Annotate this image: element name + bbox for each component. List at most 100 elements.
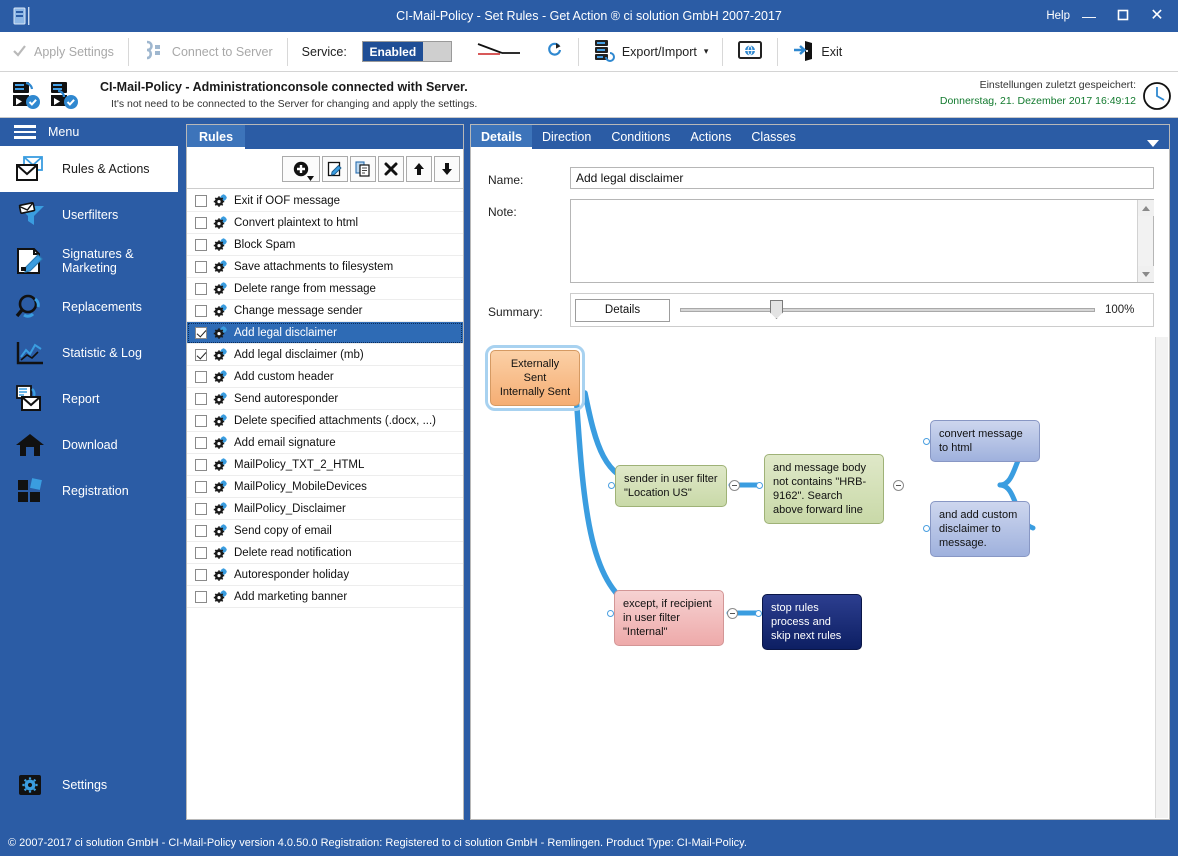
diagram-collapse-toggle[interactable] (893, 480, 904, 491)
tab-rules[interactable]: Rules (187, 125, 246, 149)
sidebar-item-settings[interactable]: Settings (0, 762, 178, 808)
rule-row[interactable]: Save attachments to filesystem (187, 256, 463, 278)
rule-checkbox[interactable] (195, 524, 207, 537)
diagram-node-add-disclaimer[interactable]: and add custom disclaimer to message. (930, 501, 1030, 557)
rule-checkbox[interactable] (195, 238, 207, 251)
maximize-button[interactable] (1106, 0, 1140, 32)
apply-settings-button[interactable]: Apply Settings (0, 32, 126, 72)
rule-checkbox[interactable] (195, 502, 207, 515)
connect-to-server-button[interactable]: Connect to Server (131, 32, 285, 72)
menu-toggle[interactable]: Menu (0, 118, 178, 146)
minimize-button[interactable]: — (1072, 0, 1106, 32)
sidebar-item-signatures-marketing[interactable]: Signatures & Marketing (0, 238, 178, 284)
diagram-node-root[interactable]: Externally Sent Internally Sent (485, 345, 585, 411)
details-button[interactable]: Details (575, 298, 670, 322)
rule-checkbox[interactable] (195, 260, 207, 273)
zoom-slider-thumb[interactable] (770, 300, 783, 319)
note-scrollbar[interactable] (1137, 200, 1154, 282)
exit-button[interactable]: Exit (780, 32, 854, 72)
rule-row[interactable]: Add custom header (187, 366, 463, 388)
rule-row[interactable]: Add legal disclaimer (mb) (187, 344, 463, 366)
copy-rule-button[interactable] (350, 155, 376, 182)
delete-rule-button[interactable] (378, 155, 404, 182)
note-textarea[interactable] (571, 200, 1138, 282)
tab-details[interactable]: Details (471, 125, 532, 149)
tab-conditions[interactable]: Conditions (601, 125, 680, 149)
sidebar-item-report[interactable]: Report (0, 376, 178, 422)
rule-flow-diagram[interactable]: Externally Sent Internally Sent sender i… (472, 337, 1155, 818)
rule-checkbox[interactable] (195, 590, 207, 603)
edit-rule-button[interactable] (322, 155, 348, 182)
scroll-down-icon[interactable] (1138, 266, 1154, 282)
diagram-node-convert-message[interactable]: convert message to html (930, 420, 1040, 462)
tab-direction[interactable]: Direction (532, 125, 601, 149)
diagram-node-except-recipient[interactable]: except, if recipient in user filter "Int… (614, 590, 724, 646)
rule-row[interactable]: Autoresponder holiday (187, 564, 463, 586)
close-button[interactable]: ✕ (1140, 0, 1174, 32)
web-console-button[interactable] (725, 32, 775, 72)
rule-checkbox[interactable] (195, 414, 207, 427)
rule-row[interactable]: Convert plaintext to html (187, 212, 463, 234)
rule-checkbox[interactable] (195, 216, 207, 229)
sidebar-item-label: Registration (62, 484, 129, 498)
sidebar-item-registration[interactable]: Registration (0, 468, 178, 514)
rule-row[interactable]: Delete range from message (187, 278, 463, 300)
rule-checkbox[interactable] (195, 392, 207, 405)
diagram-collapse-toggle[interactable] (729, 480, 740, 491)
rule-row[interactable]: Add marketing banner (187, 586, 463, 608)
rule-checkbox[interactable] (195, 348, 207, 361)
rule-checkbox[interactable] (195, 282, 207, 295)
move-up-button[interactable] (406, 155, 432, 182)
refresh-service-button[interactable] (534, 32, 576, 72)
rule-row[interactable]: Block Spam (187, 234, 463, 256)
diagram-collapse-toggle[interactable] (727, 608, 738, 619)
zoom-slider[interactable] (680, 300, 1095, 320)
rule-row[interactable]: Change message sender (187, 300, 463, 322)
rule-label: Delete range from message (234, 282, 376, 295)
sidebar-item-userfilters[interactable]: Userfilters (0, 192, 178, 238)
tab-actions[interactable]: Actions (680, 125, 741, 149)
rule-row[interactable]: MailPolicy_MobileDevices (187, 476, 463, 498)
rule-checkbox[interactable] (195, 480, 207, 493)
rule-row[interactable]: MailPolicy_TXT_2_HTML (187, 454, 463, 476)
rule-checkbox[interactable] (195, 370, 207, 383)
move-down-button[interactable] (434, 155, 460, 182)
tab-classes[interactable]: Classes (741, 125, 805, 149)
scroll-up-icon[interactable] (1138, 200, 1154, 216)
sidebar-item-replacements[interactable]: Replacements (0, 284, 178, 330)
rule-row[interactable]: Delete read notification (187, 542, 463, 564)
sidebar-item-statistic-log[interactable]: Statistic & Log (0, 330, 178, 376)
name-input[interactable] (570, 167, 1154, 189)
rule-checkbox[interactable] (195, 458, 207, 471)
service-switch-button[interactable] (464, 32, 534, 72)
rule-checkbox[interactable] (195, 546, 207, 559)
add-rule-button[interactable] (282, 155, 320, 182)
service-status-group: Service: Enabled (290, 32, 464, 72)
rule-checkbox[interactable] (195, 568, 207, 581)
rule-gear-icon (213, 480, 228, 493)
rule-row[interactable]: Add email signature (187, 432, 463, 454)
blocks-registration-icon (14, 476, 48, 506)
export-import-button[interactable]: Export/Import ▾ (581, 32, 721, 72)
diagram-node-sender-filter[interactable]: sender in user filter "Location US" (615, 465, 727, 507)
clock-icon (1142, 81, 1172, 116)
diagram-node-stop-rules[interactable]: stop rules process and skip next rules (762, 594, 862, 650)
sidebar-item-download[interactable]: Download (0, 422, 178, 468)
diagram-node-body-condition[interactable]: and message body not contains "HRB-9162"… (764, 454, 884, 524)
rule-row[interactable]: MailPolicy_Disclaimer (187, 498, 463, 520)
rule-row[interactable]: Add legal disclaimer (187, 322, 463, 344)
rule-row[interactable]: Delete specified attachments (.docx, ...… (187, 410, 463, 432)
rule-checkbox[interactable] (195, 194, 207, 207)
rule-row[interactable]: Exit if OOF message (187, 190, 463, 212)
rules-list[interactable]: Exit if OOF message Convert plaintext to … (187, 190, 463, 819)
rule-checkbox[interactable] (195, 304, 207, 317)
sidebar-item-rules-actions[interactable]: Rules & Actions (0, 146, 178, 192)
service-toggle[interactable]: Enabled (361, 41, 452, 62)
rule-checkbox[interactable] (195, 436, 207, 449)
diagram-vertical-scrollbar[interactable] (1155, 337, 1168, 818)
rule-row[interactable]: Send copy of email (187, 520, 463, 542)
rule-checkbox[interactable] (195, 326, 207, 339)
rule-row[interactable]: Send autoresponder (187, 388, 463, 410)
help-link[interactable]: Help (1046, 0, 1070, 32)
tabbar-chevron-down-icon[interactable] (1147, 134, 1159, 152)
